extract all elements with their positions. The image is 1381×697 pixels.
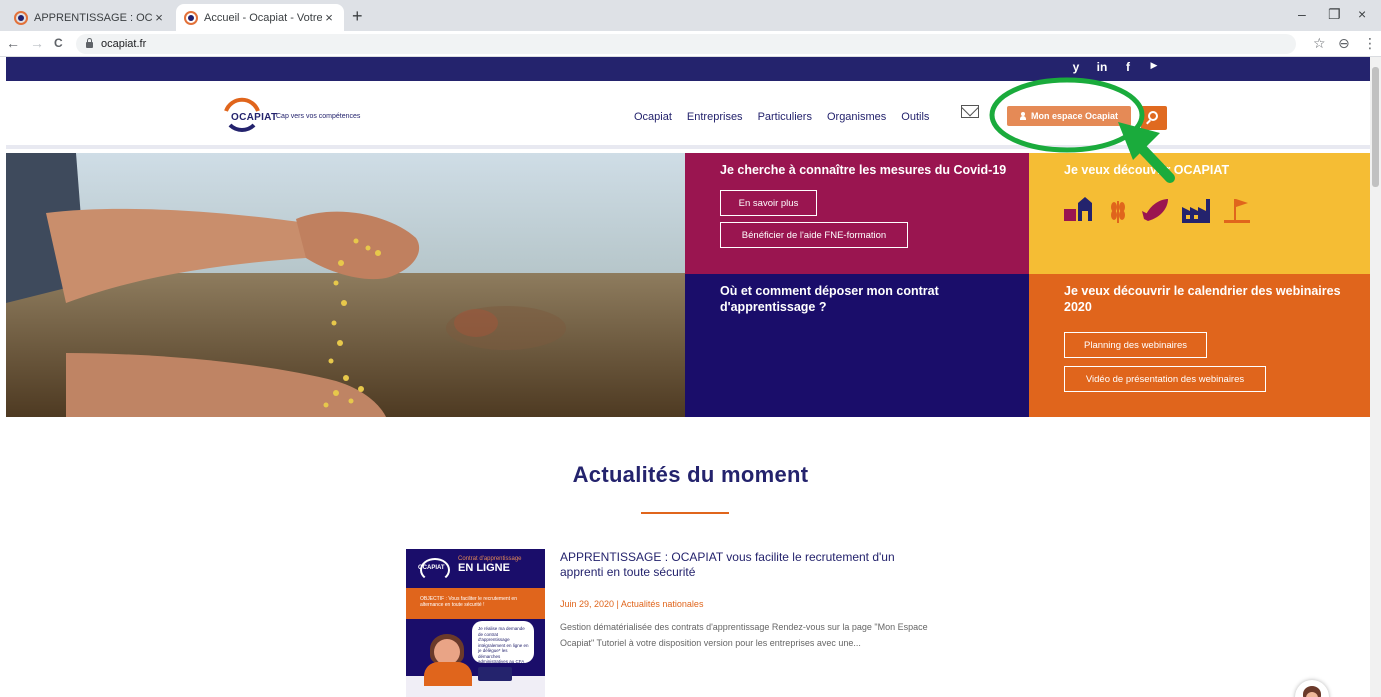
thumb-logo-text: OCAPIAT xyxy=(418,565,445,571)
logo-wordmark: OCAPIAT xyxy=(231,112,278,123)
planning-webinaires-button[interactable]: Planning des webinaires xyxy=(1064,332,1207,358)
mon-espace-button[interactable]: Mon espace Ocapiat xyxy=(1007,106,1131,126)
article-excerpt: Gestion dématérialisée des contrats d'ap… xyxy=(560,622,928,648)
nav-entreprises[interactable]: Entreprises xyxy=(687,111,743,123)
fne-formation-button[interactable]: Bénéficier de l'aide FNE-formation xyxy=(720,222,908,248)
new-tab-button[interactable]: + xyxy=(352,6,363,27)
thumb-band: OBJECTIF : Vous faciliter le recrutement… xyxy=(406,588,545,619)
nav-particuliers[interactable]: Particuliers xyxy=(758,111,812,123)
twitter-icon[interactable]: y xyxy=(1069,60,1083,74)
reload-button[interactable]: C xyxy=(54,36,63,50)
video-webinaires-button[interactable]: Vidéo de présentation des webinaires xyxy=(1064,366,1266,392)
user-icon xyxy=(1019,112,1026,120)
chat-assistant-avatar[interactable] xyxy=(1295,680,1329,697)
mail-icon[interactable] xyxy=(961,105,979,118)
thumb-band-text: OBJECTIF : Vous faciliter le recrutement… xyxy=(420,596,517,608)
restore-button[interactable]: ❐ xyxy=(1328,6,1341,23)
linkedin-icon[interactable]: in xyxy=(1095,60,1109,74)
url-text: ocapiat.fr xyxy=(101,38,147,50)
window-close-button[interactable]: × xyxy=(1358,6,1366,22)
laptop-icon xyxy=(478,667,512,681)
ocapiat-logo[interactable]: OCAPIAT Cap vers vos compétences xyxy=(216,91,386,139)
article-meta: Juin 29, 2020 | Actualités nationales xyxy=(560,599,704,609)
page-scrollbar[interactable] xyxy=(1370,57,1381,697)
browser-tabstrip: APPRENTISSAGE : OCAPIAT vous × Accueil -… xyxy=(0,0,1381,31)
nav-outils[interactable]: Outils xyxy=(901,111,929,123)
social-links: y in f ▶ xyxy=(1069,60,1161,74)
tab-close-icon[interactable]: × xyxy=(152,10,166,25)
article-title-link[interactable]: APPRENTISSAGE : OCAPIAT vous facilite le… xyxy=(560,550,940,580)
youtube-icon[interactable]: ▶ xyxy=(1147,60,1161,74)
facebook-icon[interactable]: f xyxy=(1121,60,1135,74)
back-button[interactable]: ← xyxy=(6,35,20,51)
nav-organismes[interactable]: Organismes xyxy=(827,111,886,123)
tab-title: APPRENTISSAGE : OCAPIAT vous xyxy=(34,11,152,24)
main-nav: Ocapiat Entreprises Particuliers Organis… xyxy=(634,111,944,123)
webinaires-tile-title: Je veux découvrir le calendrier des webi… xyxy=(1064,284,1341,314)
sector-icons xyxy=(1064,197,1250,223)
forward-button[interactable]: → xyxy=(30,35,44,51)
thumb-headline: EN LIGNE xyxy=(458,562,510,574)
search-button[interactable] xyxy=(1141,106,1167,130)
mon-espace-label: Mon espace Ocapiat xyxy=(1030,111,1119,121)
browser-tab-apprentissage[interactable]: APPRENTISSAGE : OCAPIAT vous × xyxy=(6,4,174,31)
covid-tile-title: Je cherche à connaître les mesures du Co… xyxy=(720,163,1007,177)
browser-toolbar: ← → C ocapiat.fr ☆ ⊖ ⋮ xyxy=(0,31,1381,57)
ocapiat-favicon-icon xyxy=(14,10,28,25)
logo-tagline: Cap vers vos compétences xyxy=(276,113,361,120)
browser-tab-accueil[interactable]: Accueil - Ocapiat - Votre opérate × xyxy=(176,4,344,31)
site-topbar: y in f ▶ xyxy=(6,57,1370,81)
wheat-icon[interactable] xyxy=(1106,197,1130,223)
lock-icon xyxy=(86,38,93,48)
decouvrir-tile-title: Je veux découvrir OCAPIAT xyxy=(1064,163,1230,177)
minimize-button[interactable]: – xyxy=(1298,6,1306,22)
title-underline xyxy=(641,512,729,514)
scrollbar-thumb[interactable] xyxy=(1372,67,1379,187)
search-icon xyxy=(1148,111,1158,121)
farm-icon[interactable] xyxy=(1064,197,1094,223)
en-savoir-plus-button[interactable]: En savoir plus xyxy=(720,190,817,216)
ocapiat-favicon-icon xyxy=(184,10,198,25)
thumb-speech-bubble: Je réalise ma demande de contrat d'appre… xyxy=(472,621,534,664)
browser-menu-icon[interactable]: ⋮ xyxy=(1363,35,1377,52)
factory-icon[interactable] xyxy=(1182,197,1212,223)
tab-title: Accueil - Ocapiat - Votre opérate xyxy=(204,11,322,24)
decouvrir-ocapiat-tile: Je veux découvrir OCAPIAT xyxy=(1029,153,1370,274)
nav-ocapiat[interactable]: Ocapiat xyxy=(634,111,672,123)
fish-icon[interactable] xyxy=(1142,197,1170,223)
tab-close-icon[interactable]: × xyxy=(322,10,336,25)
article-thumbnail[interactable]: OCAPIAT Contrat d'apprentissage EN LIGNE… xyxy=(406,549,545,697)
flag-icon[interactable] xyxy=(1224,197,1250,223)
hands-with-seeds-photo xyxy=(6,153,685,417)
contrat-apprentissage-tile[interactable]: Où et comment déposer mon contrat d'appr… xyxy=(685,274,1029,417)
contrat-tile-title: Où et comment déposer mon contrat d'appr… xyxy=(720,284,939,314)
site-header: OCAPIAT Cap vers vos compétences Ocapiat… xyxy=(6,81,1370,149)
bookmark-star-icon[interactable]: ☆ xyxy=(1313,35,1326,52)
thumb-bubble-text: Je réalise ma demande de contrat d'appre… xyxy=(478,626,529,664)
profile-icon[interactable]: ⊖ xyxy=(1338,35,1350,52)
thumb-person-body xyxy=(424,662,472,686)
actualites-title: Actualités du moment xyxy=(572,462,809,487)
covid-tile: Je cherche à connaître les mesures du Co… xyxy=(685,153,1029,274)
address-bar[interactable]: ocapiat.fr xyxy=(76,34,1296,54)
hero-image xyxy=(6,153,685,417)
webinaires-tile: Je veux découvrir le calendrier des webi… xyxy=(1029,274,1370,417)
